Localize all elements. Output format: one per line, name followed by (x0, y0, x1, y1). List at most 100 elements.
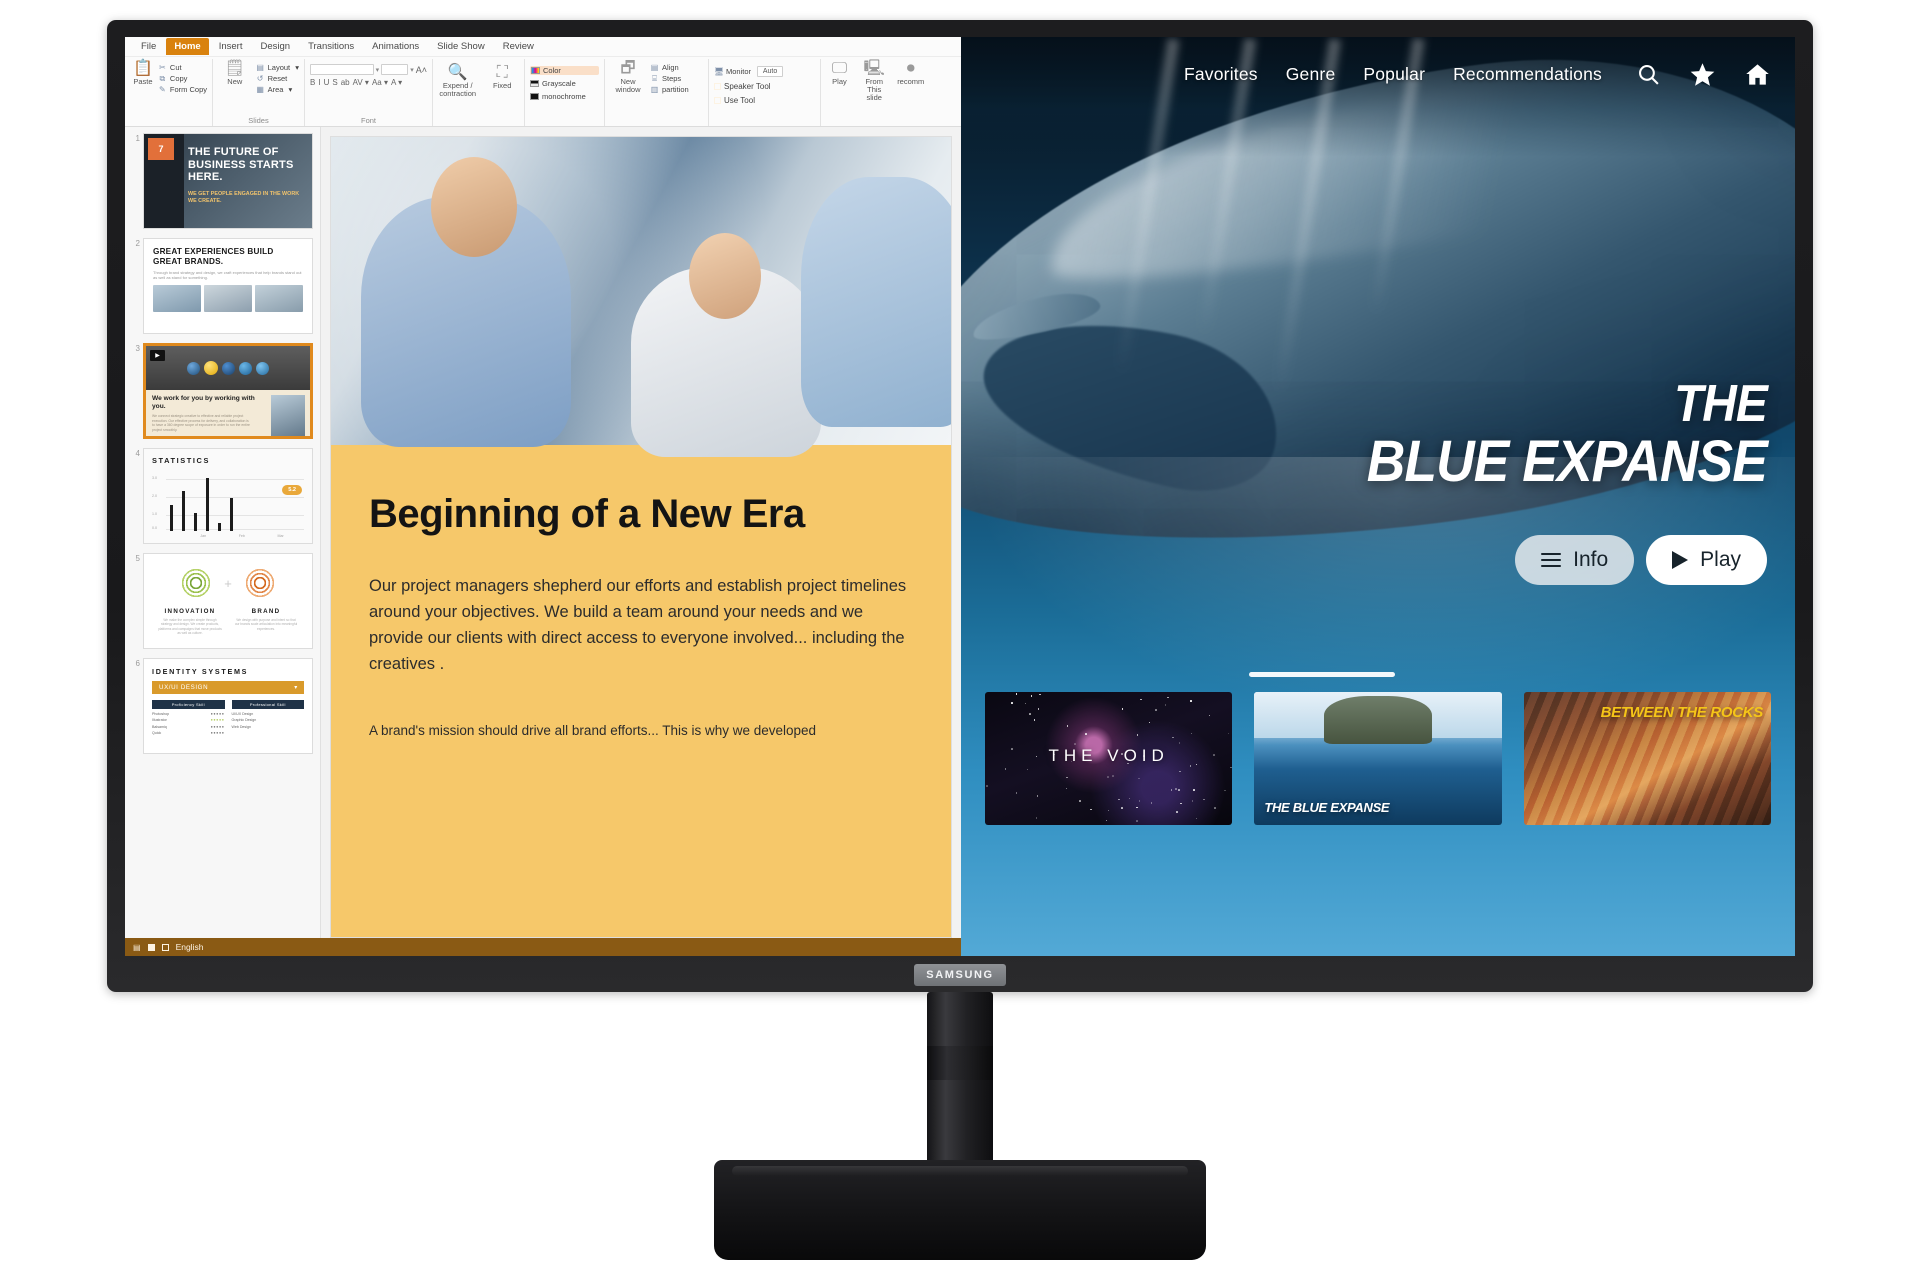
font-name-chevron-icon[interactable]: ▾ (376, 66, 380, 74)
star-dot (1151, 802, 1153, 804)
carousel-card-between-the-rocks[interactable]: BETWEEN THE ROCKS (1524, 692, 1771, 825)
powerpoint-status-bar[interactable]: ▤ English (125, 938, 961, 956)
format-painter-button[interactable]: ✎ Form Copy (158, 85, 207, 94)
spacing-button[interactable]: AV ▾ (353, 78, 369, 87)
underline-button[interactable]: U (324, 78, 330, 87)
area-button[interactable]: ▦ Area ▾ (256, 85, 299, 94)
status-language[interactable]: English (176, 942, 204, 952)
powerpoint-window[interactable]: File Home Insert Design Transitions Anim… (125, 37, 961, 956)
copy-button[interactable]: ⧉ Copy (158, 74, 207, 83)
fixed-label: Fixed (493, 82, 511, 90)
new-slide-button[interactable]: 🗒 New (218, 61, 252, 86)
cut-button[interactable]: ✂ Cut (158, 63, 207, 72)
font-size-chevron-icon[interactable]: ▾ (410, 66, 414, 74)
nav-item-favorites[interactable]: Favorites (1184, 64, 1258, 85)
ribbon-tab-review[interactable]: Review (495, 38, 542, 55)
ribbon-tab-slide-show[interactable]: Slide Show (429, 38, 493, 55)
ribbon-body[interactable]: 📋 Paste ✂ Cut ⧉ Copy ✎ Form Copy 🗒 New ▤… (125, 57, 961, 127)
play-button[interactable]: 🖵 Play (826, 61, 853, 86)
steps-button[interactable]: ⌸ Steps (650, 74, 689, 83)
ribbon-tab-home[interactable]: Home (166, 38, 208, 55)
star-dot (1137, 734, 1139, 736)
carousel-scroll-handle[interactable] (1249, 672, 1395, 677)
fit-icon: ⛶ (497, 65, 508, 81)
info-button[interactable]: Info (1515, 535, 1634, 585)
thumbnail-row-6[interactable]: 6 IDENTITY SYSTEMS UX/UI DESIGN ▾ Profic… (129, 658, 316, 754)
home-icon[interactable] (1744, 61, 1771, 88)
thumbnail-row-5[interactable]: 5 + INNOVATION We make the complex simpl… (129, 553, 316, 649)
active-slide-canvas[interactable]: Beginning of a New Era Our project manag… (331, 137, 951, 937)
play-button[interactable]: Play (1646, 535, 1767, 585)
star-dot (1167, 697, 1169, 699)
italic-button[interactable]: I (318, 78, 320, 87)
paste-button[interactable]: 📋 Paste (132, 61, 154, 86)
bold-button[interactable]: B (310, 78, 315, 87)
ribbon-tab-transitions[interactable]: Transitions (300, 38, 362, 55)
thumbnail-row-2[interactable]: 2 GREAT EXPERIENCES BUILD GREAT BRANDS. … (129, 238, 316, 334)
color-option-monochrome[interactable]: monochrome (530, 92, 599, 101)
thumbnail-slide-5[interactable]: + INNOVATION We make the complex simple … (143, 553, 313, 649)
checkbox-icon (714, 97, 721, 104)
strikethrough-button[interactable]: S (332, 78, 337, 87)
fixed-button[interactable]: ⛶ Fixed (485, 65, 519, 90)
star-dot (1140, 699, 1142, 701)
search-icon[interactable] (1636, 62, 1661, 87)
ribbon-tab-animations[interactable]: Animations (364, 38, 427, 55)
slide2-image-row (153, 285, 303, 312)
carousel-card-the-blue-expanse[interactable]: THE BLUE EXPANSE (1254, 692, 1501, 825)
thumbnail-row-4[interactable]: 4 STATISTICS 3.0 2.0 1.0 0.0 5.2 Jan Feb… (129, 448, 316, 544)
partition-button[interactable]: ▥ partition (650, 85, 689, 94)
align-button[interactable]: ▤ Align (650, 63, 689, 72)
grow-font-icon[interactable]: A˄ (416, 65, 427, 75)
ribbon-tab-file[interactable]: File (133, 38, 164, 55)
slide-editor-stage[interactable]: Beginning of a New Era Our project manag… (321, 127, 961, 938)
monitor-stand-base (714, 1160, 1206, 1260)
ribbon-group-clipboard: 📋 Paste ✂ Cut ⧉ Copy ✎ Form Copy (127, 59, 213, 126)
font-color-button[interactable]: A ▾ (391, 78, 402, 87)
smart-tv-app[interactable]: Favorites Genre Popular Recommendations (961, 37, 1795, 956)
font-name-input[interactable] (310, 64, 374, 75)
use-tool-checkbox[interactable]: Use Tool (714, 96, 815, 105)
slide-text-body[interactable]: Beginning of a New Era Our project manag… (331, 445, 951, 937)
carousel-card-the-void[interactable]: THE VOID (985, 692, 1232, 825)
change-case-button[interactable]: Aa ▾ (372, 78, 388, 87)
monitor-value[interactable]: Auto (757, 66, 783, 77)
from-this-slide-button[interactable]: 🖳 From This slide (859, 61, 890, 102)
speaker-tool-checkbox[interactable]: Speaker Tool (714, 82, 815, 91)
thumbnail-number: 6 (129, 658, 140, 754)
record-button[interactable]: ⏺ recomm (895, 61, 926, 86)
ribbon-tab-insert[interactable]: Insert (211, 38, 251, 55)
view-normal-icon[interactable] (148, 944, 155, 951)
color-option-color[interactable]: Color (530, 66, 599, 75)
ribbon-tab-design[interactable]: Design (252, 38, 298, 55)
new-window-button[interactable]: 🗗 New window (610, 61, 646, 94)
thumbnail-slide-6[interactable]: IDENTITY SYSTEMS UX/UI DESIGN ▾ Proficie… (143, 658, 313, 754)
thumbnail-slide-2[interactable]: GREAT EXPERIENCES BUILD GREAT BRANDS. Th… (143, 238, 313, 334)
thumbnail-slide-3-selected[interactable]: ▶ We work for you by working with you. W… (143, 343, 313, 439)
ribbon-tab-bar[interactable]: File Home Insert Design Transitions Anim… (125, 37, 961, 57)
color-option-grayscale[interactable]: Grayscale (530, 79, 599, 88)
shadow-button[interactable]: ab (341, 78, 350, 87)
hero-action-buttons[interactable]: Info Play (1515, 535, 1767, 585)
star-icon[interactable] (1689, 61, 1716, 88)
thumbnail-row-1[interactable]: 1 7 THE FUTURE OF BUSINESS STARTS HERE. … (129, 133, 316, 229)
expand-contraction-button[interactable]: 🔍 Expend / contraction (438, 65, 477, 98)
star-dot (1118, 799, 1120, 801)
slide-thumbnail-rail[interactable]: 1 7 THE FUTURE OF BUSINESS STARTS HERE. … (125, 127, 321, 938)
nav-item-recommendations[interactable]: Recommendations (1453, 64, 1602, 85)
person-head (689, 233, 761, 319)
view-sorter-icon[interactable] (162, 944, 169, 951)
thumbnail-slide-1[interactable]: 7 THE FUTURE OF BUSINESS STARTS HERE. WE… (143, 133, 313, 229)
reset-button[interactable]: ↺ Reset (256, 74, 299, 83)
thumbnail-row-3[interactable]: 3 ▶ We work for you by working with you.… (129, 343, 316, 439)
content-carousel[interactable]: THE VOID THE BLUE EXPANSE BETWEEN THE RO… (985, 692, 1771, 825)
font-size-input[interactable] (381, 64, 408, 75)
chart-bar (182, 491, 185, 531)
tv-top-navigation[interactable]: Favorites Genre Popular Recommendations (1184, 61, 1771, 88)
layout-button[interactable]: ▤ Layout ▾ (256, 63, 299, 72)
notes-icon[interactable]: ▤ (133, 943, 141, 952)
nav-item-popular[interactable]: Popular (1363, 64, 1425, 85)
monitor-selector[interactable]: 🖥 Monitor Auto (714, 66, 815, 77)
thumbnail-slide-4[interactable]: STATISTICS 3.0 2.0 1.0 0.0 5.2 Jan Feb M… (143, 448, 313, 544)
nav-item-genre[interactable]: Genre (1286, 64, 1336, 85)
